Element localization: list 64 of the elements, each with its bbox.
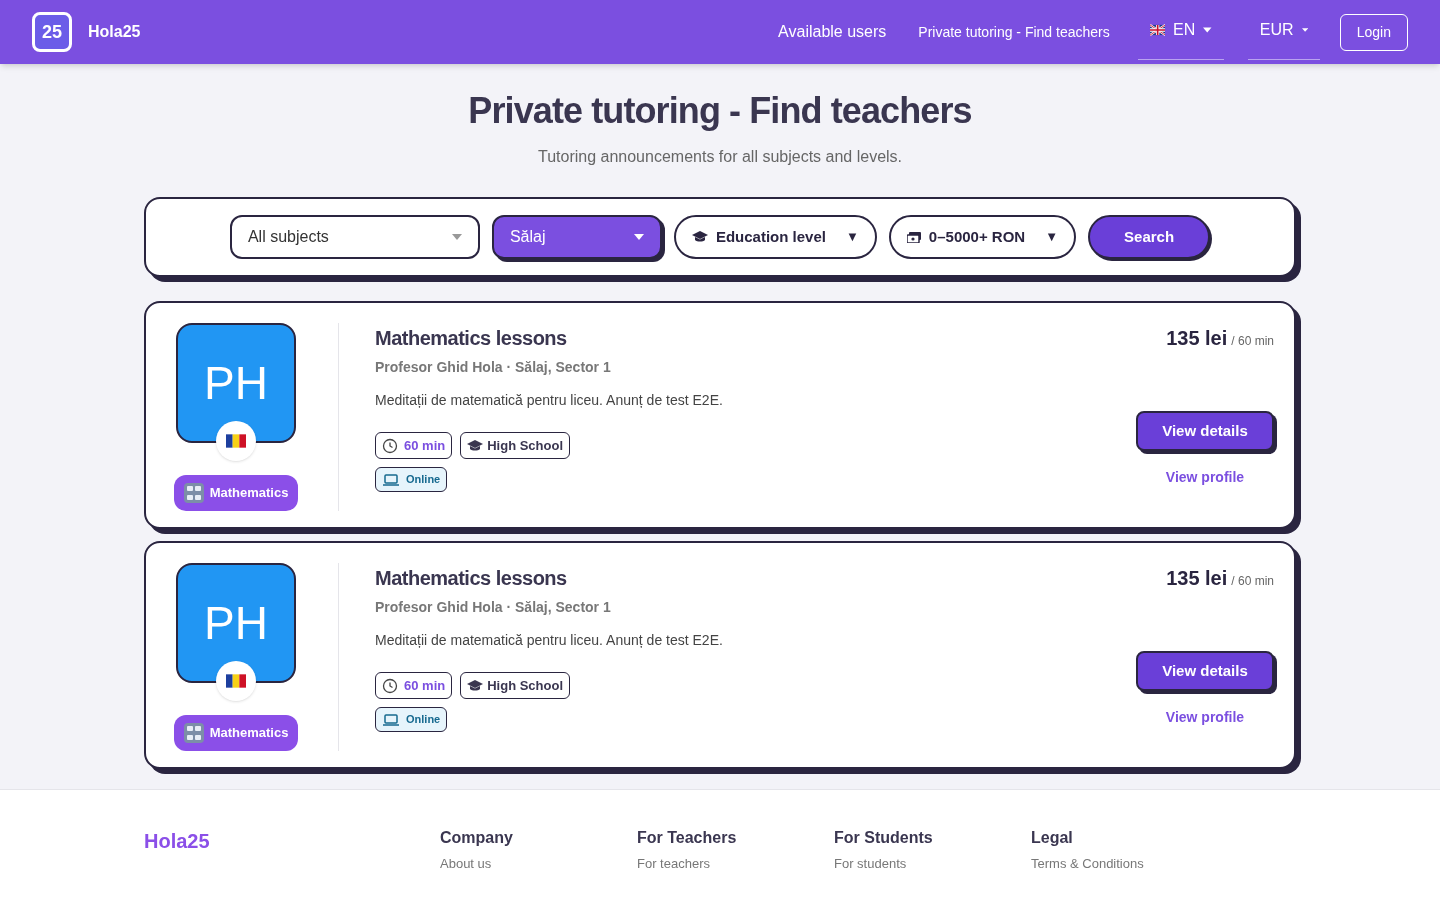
caret-icon (1203, 26, 1212, 33)
duration-tag: 60 min (375, 432, 453, 459)
caret-icon (451, 234, 462, 240)
clock-icon (382, 677, 398, 694)
caret-icon (633, 234, 644, 240)
nav-link[interactable]: Private tutoring - Find teachers (918, 21, 1110, 43)
clock-icon (382, 437, 398, 454)
duration-tag: 60 min (375, 672, 453, 699)
subject-tag: Mathematics (173, 475, 299, 511)
flag-icon (226, 434, 246, 448)
footer-heading: For Teachers (637, 828, 738, 848)
select-field[interactable]: Sălaj (491, 215, 662, 259)
avatar: PH (176, 323, 296, 443)
view-details-button[interactable]: View details (1136, 651, 1274, 691)
currency-select[interactable]: EUR (1247, 0, 1320, 60)
laptop-icon (382, 713, 400, 726)
page-title: Private tutoring - Find teachers (468, 89, 972, 133)
numbers-icon (183, 723, 204, 743)
footer-heading: For Students (834, 828, 934, 848)
flag-icon (1149, 23, 1165, 36)
dropdown-button[interactable]: Education level ▼ (673, 215, 877, 259)
footer-heading: Legal (1031, 828, 1074, 848)
avatar: PH (176, 563, 296, 683)
graduation-cap-icon (467, 679, 484, 692)
mode-tag: Online (375, 707, 448, 732)
language-select[interactable]: EN (1137, 0, 1224, 60)
footer-brand[interactable]: Hola25 (144, 826, 440, 900)
author-location: Profesor Ghid Hola · Sălaj, Sector 1 (375, 598, 612, 617)
view-profile-link[interactable]: View profile (1165, 707, 1245, 732)
price: 135 lei (1166, 326, 1228, 351)
level-tag: High School (460, 432, 571, 459)
footer-link[interactable]: Terms & Conditions (1031, 854, 1228, 874)
listing-title: Mathematics lessons (375, 326, 567, 351)
author-location: Profesor Ghid Hola · Sălaj, Sector 1 (375, 358, 612, 377)
price-unit: / 60 min (1231, 333, 1274, 350)
description: Meditații de matematică pentru liceu. Anunț de test E2E. (375, 391, 724, 410)
level-tag: High School (460, 672, 571, 699)
select-field[interactable]: All subjects (229, 215, 480, 259)
subject-tag: Mathematics (173, 715, 299, 751)
graduation-cap-icon (691, 231, 708, 243)
search-button[interactable]: Search (1088, 215, 1211, 259)
dropdown-button[interactable]: 0–5000+ RON ▼ (888, 215, 1077, 259)
caret-icon (1301, 26, 1308, 33)
nav-link[interactable]: Available users (778, 20, 887, 44)
mode-tag: Online (375, 467, 448, 492)
price-unit: / 60 min (1231, 573, 1274, 590)
brand-name[interactable]: Hola25 (88, 20, 141, 44)
footer-link[interactable]: For teachers (637, 854, 834, 874)
price: 135 lei (1166, 566, 1228, 591)
view-details-button[interactable]: View details (1136, 411, 1274, 451)
login-button[interactable]: Login (1339, 13, 1408, 51)
footer-heading: Company (440, 828, 514, 848)
graduation-cap-icon (467, 439, 484, 452)
cash-icon (906, 231, 921, 243)
description: Meditații de matematică pentru liceu. Anunț de test E2E. (375, 631, 724, 650)
page-subtitle: Tutoring announcements for all subjects and levels. (537, 147, 903, 167)
flag-icon (226, 674, 246, 688)
laptop-icon (382, 473, 400, 486)
listing-title: Mathematics lessons (375, 566, 567, 591)
logo[interactable]: 25 (32, 12, 72, 52)
footer-link[interactable]: About us (440, 854, 637, 874)
footer-link[interactable]: For students (834, 854, 1031, 874)
numbers-icon (183, 483, 204, 503)
view-profile-link[interactable]: View profile (1165, 467, 1245, 492)
